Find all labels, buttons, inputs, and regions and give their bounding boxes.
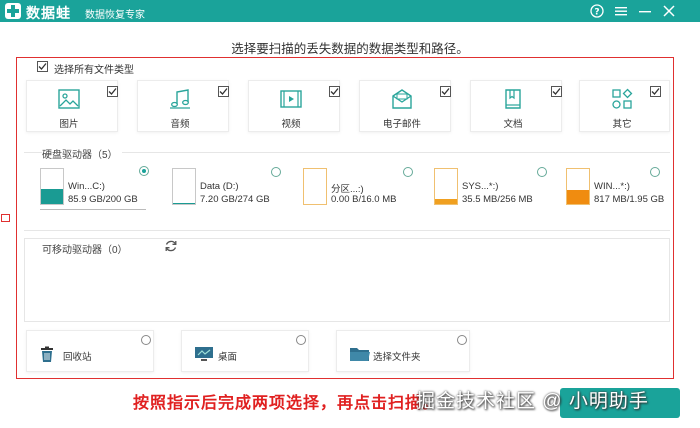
drive-name: WIN...*:) (594, 181, 630, 192)
help-button[interactable]: ? (588, 2, 606, 20)
file-type-card-other[interactable]: 其它 (579, 80, 670, 132)
file-type-label: 文档 (503, 119, 523, 130)
menu-icon (615, 7, 627, 16)
removable-drives-title: 可移动驱动器（0） (42, 245, 128, 256)
desktop-icon (195, 347, 213, 361)
drive-c[interactable]: Win...C:) 85.9 GB/200 GB (40, 165, 152, 211)
location-radio[interactable] (457, 335, 467, 345)
file-type-label: 电子邮件 (382, 119, 421, 130)
app-logo-icon (5, 3, 21, 19)
instruction-annotation: 按照指示后完成两项选择，再点击扫描。 (133, 395, 440, 412)
file-type-checkbox[interactable] (551, 86, 562, 97)
location-radio[interactable] (296, 335, 306, 345)
drive-radio[interactable] (403, 167, 413, 177)
drive-radio[interactable] (271, 167, 281, 177)
file-type-checkbox[interactable] (650, 86, 661, 97)
drive-win[interactable]: WIN...*:) 817 MB/1.95 GB (566, 165, 670, 211)
check-icon (552, 88, 561, 95)
highlight-marker (1, 214, 10, 222)
page-heading: 选择要扫描的丢失数据的数据类型和路径。 (231, 42, 469, 56)
location-label: 回收站 (63, 352, 92, 363)
drive-name: SYS...*:) (462, 181, 499, 192)
file-type-checkbox[interactable] (329, 86, 340, 97)
location-label: 选择文件夹 (373, 352, 421, 363)
drive-icon (172, 168, 196, 205)
drive-icon (40, 168, 64, 205)
file-type-label: 图片 (59, 119, 79, 130)
drive-sys[interactable]: SYS...*:) 35.5 MB/256 MB (434, 165, 554, 211)
drive-selected-underline (40, 209, 146, 210)
check-icon (108, 88, 117, 95)
check-icon (441, 88, 450, 95)
svg-text:?: ? (594, 8, 599, 18)
check-icon (219, 88, 228, 95)
drive-size: 817 MB/1.95 GB (594, 194, 665, 205)
drive-radio[interactable] (139, 166, 149, 176)
drive-size: 85.9 GB/200 GB (68, 194, 138, 205)
drive-usage-fill (435, 199, 457, 204)
drive-radio[interactable] (537, 167, 547, 177)
drive-icon (434, 168, 458, 205)
drive-name: Win...C:) (68, 181, 105, 192)
file-type-card-video[interactable]: 视频 (248, 80, 340, 132)
document-icon (505, 89, 521, 109)
refresh-icon[interactable] (164, 239, 178, 253)
file-type-card-email[interactable]: 电子邮件 (359, 80, 451, 132)
location-select-folder[interactable]: 选择文件夹 (336, 330, 470, 372)
app-name: 数据蛙 (26, 5, 71, 21)
file-type-checkbox[interactable] (107, 86, 118, 97)
select-all-checkbox[interactable] (37, 61, 48, 72)
drive-icon (566, 168, 590, 205)
other-icon (612, 88, 633, 109)
drive-d[interactable]: Data (D:) 7.20 GB/274 GB (172, 165, 284, 211)
recycle-bin-icon (41, 346, 53, 362)
file-type-label: 其它 (612, 119, 632, 130)
file-type-checkbox[interactable] (218, 86, 229, 97)
music-icon (170, 89, 190, 109)
folder-icon (350, 348, 370, 361)
close-button[interactable] (660, 2, 678, 20)
check-icon (38, 63, 47, 70)
drive-name: 分区...:) (331, 184, 364, 195)
location-radio[interactable] (141, 335, 151, 345)
location-desktop[interactable]: 桌面 (181, 330, 309, 372)
app-subtitle: 数据恢复专家 (85, 10, 145, 21)
drive-radio[interactable] (650, 167, 660, 177)
location-label: 桌面 (218, 352, 238, 363)
drive-size: 7.20 GB/274 GB (200, 194, 270, 205)
help-icon: ? (590, 4, 604, 18)
drive-usage-fill (173, 202, 195, 204)
minimize-icon (639, 11, 651, 13)
file-type-checkbox[interactable] (440, 86, 451, 97)
check-icon (330, 88, 339, 95)
email-icon (392, 89, 412, 109)
check-icon (651, 88, 660, 95)
watermark: 掘金技术社区 @ 小明助手 (416, 391, 649, 412)
menu-button[interactable] (612, 2, 630, 20)
hard-drives-title: 硬盘驱动器（5） (42, 146, 122, 161)
file-type-label: 视频 (281, 119, 301, 130)
file-type-card-audio[interactable]: 音频 (137, 80, 229, 132)
minimize-button[interactable] (636, 2, 654, 20)
drive-usage-fill (567, 189, 589, 204)
section-divider (24, 230, 670, 231)
title-bar: 数据蛙 数据恢复专家 ? (0, 0, 700, 22)
image-icon (58, 89, 80, 109)
drive-icon (303, 168, 327, 205)
file-type-card-document[interactable]: 文档 (470, 80, 562, 132)
drive-size: 35.5 MB/256 MB (462, 194, 533, 205)
video-icon (280, 90, 302, 108)
file-type-label: 音频 (170, 119, 190, 130)
select-all-label: 选择所有文件类型 (54, 65, 134, 76)
file-type-card-image[interactable]: 图片 (26, 80, 118, 132)
close-icon (663, 5, 675, 17)
drive-usage-fill (41, 188, 63, 204)
drive-name: Data (D:) (200, 181, 239, 192)
drive-size: 0.00 B/16.0 MB (331, 194, 397, 205)
location-recycle-bin[interactable]: 回收站 (26, 330, 154, 372)
drive-partition[interactable]: 分区...:) 0.00 B/16.0 MB (303, 165, 415, 211)
